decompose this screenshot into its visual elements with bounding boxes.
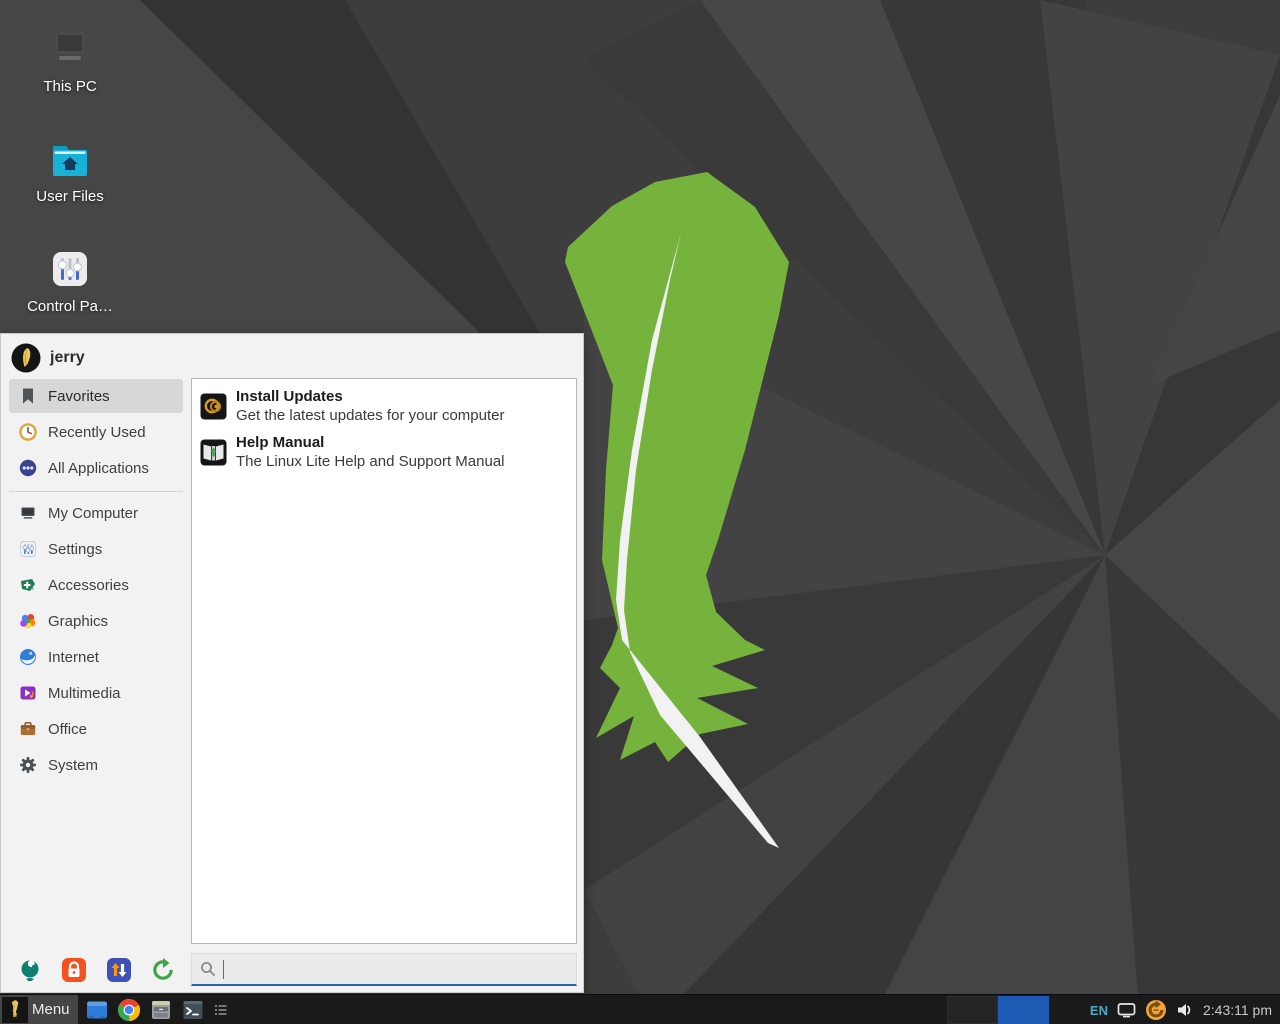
workspace-pager	[947, 996, 1049, 1024]
workspace-1[interactable]	[947, 996, 998, 1024]
sidebar-item-system[interactable]: System	[9, 748, 183, 782]
switch-user-icon[interactable]	[106, 957, 132, 983]
sidebar-item-all-applications[interactable]: All Applications	[9, 451, 183, 485]
lock-screen-icon[interactable]	[61, 957, 87, 983]
display-icon[interactable]	[1117, 1002, 1136, 1018]
sidebar-item-label: Graphics	[48, 613, 108, 630]
sliders-icon	[19, 540, 37, 558]
sidebar-item-label: Recently Used	[48, 424, 146, 441]
user-files-icon	[47, 136, 93, 182]
archive-manager-icon	[149, 998, 173, 1022]
app-subtitle: The Linux Lite Help and Support Manual	[236, 452, 505, 471]
quit-icon[interactable]	[150, 957, 176, 983]
linuxlite-feather-icon	[2, 997, 28, 1023]
desktop-icon-label: This PC	[10, 78, 130, 95]
application-list: Install Updates Get the latest updates f…	[191, 378, 577, 944]
whisker-menu: jerry Favorites Recently Used	[0, 333, 584, 993]
text-caret	[223, 960, 224, 979]
update-notifier-icon[interactable]	[1145, 999, 1167, 1021]
system-tray: EN 2:43:11 pm	[1090, 995, 1272, 1024]
volume-icon[interactable]	[1176, 1001, 1194, 1019]
task-list-icon	[214, 1003, 228, 1017]
terminal-launcher[interactable]	[180, 997, 206, 1023]
desktop-icon-label: User Files	[10, 188, 130, 205]
install-updates-icon	[200, 393, 227, 420]
desktop: This PC User Files Control Pa…	[0, 0, 1280, 1024]
menu-username: jerry	[50, 349, 85, 367]
desktop-icon-label: Control Pa…	[10, 298, 130, 315]
sidebar-item-recently-used[interactable]: Recently Used	[9, 415, 183, 449]
settings-manager-icon[interactable]	[17, 957, 43, 983]
sidebar-item-label: Settings	[48, 541, 102, 558]
palette-icon	[19, 612, 37, 630]
tools-icon	[19, 576, 37, 594]
sidebar-item-label: Multimedia	[48, 685, 121, 702]
user-avatar[interactable]	[11, 343, 41, 373]
sidebar-item-favorites[interactable]: Favorites	[9, 379, 183, 413]
sidebar-item-internet[interactable]: Internet	[9, 640, 183, 674]
desktop-icon-this-pc[interactable]: This PC	[10, 26, 130, 95]
globe-icon	[19, 648, 37, 666]
chrome-launcher[interactable]	[116, 997, 142, 1023]
sidebar-item-label: Favorites	[48, 388, 110, 405]
app-row-install-updates[interactable]: Install Updates Get the latest updates f…	[198, 384, 570, 428]
desktop-icon-user-files[interactable]: User Files	[10, 136, 130, 205]
help-manual-icon	[200, 439, 227, 466]
keyboard-layout-indicator[interactable]: EN	[1090, 1003, 1108, 1018]
control-panel-icon	[47, 246, 93, 292]
sidebar-item-office[interactable]: Office	[9, 712, 183, 746]
sidebar-item-graphics[interactable]: Graphics	[9, 604, 183, 638]
sidebar-item-label: Office	[48, 721, 87, 738]
this-pc-icon	[47, 26, 93, 72]
chrome-icon	[117, 998, 141, 1022]
terminal-icon	[181, 998, 205, 1022]
app-row-help-manual[interactable]: Help Manual The Linux Lite Help and Supp…	[198, 430, 570, 474]
workspace-2-active[interactable]	[998, 996, 1049, 1024]
computer-icon	[19, 504, 37, 522]
bookmark-icon	[19, 387, 37, 405]
sidebar-item-label: Accessories	[48, 577, 129, 594]
sidebar-item-label: System	[48, 757, 98, 774]
task-list-launcher[interactable]	[208, 997, 234, 1023]
briefcase-icon	[19, 720, 37, 738]
sidebar-item-settings[interactable]: Settings	[9, 532, 183, 566]
menu-button-label: Menu	[32, 1001, 70, 1018]
clock[interactable]: 2:43:11 pm	[1203, 1002, 1272, 1018]
desktop-icon-control-panel[interactable]: Control Pa…	[10, 246, 130, 315]
clock-icon	[19, 423, 37, 441]
app-title: Install Updates	[236, 387, 504, 406]
media-icon	[19, 684, 37, 702]
sidebar-item-accessories[interactable]: Accessories	[9, 568, 183, 602]
app-title: Help Manual	[236, 433, 505, 452]
archive-manager-launcher[interactable]	[148, 997, 174, 1023]
all-apps-icon	[19, 459, 37, 477]
sidebar-item-multimedia[interactable]: Multimedia	[9, 676, 183, 710]
sidebar-item-label: All Applications	[48, 460, 149, 477]
taskbar-menu-button[interactable]: Menu	[0, 995, 78, 1024]
sidebar-separator	[9, 491, 183, 492]
file-manager-icon	[85, 998, 109, 1022]
sidebar-item-label: My Computer	[48, 505, 138, 522]
search-box[interactable]	[191, 953, 577, 986]
search-icon	[200, 961, 216, 977]
app-subtitle: Get the latest updates for your computer	[236, 406, 504, 425]
search-input[interactable]	[231, 961, 576, 978]
sidebar-item-label: Internet	[48, 649, 99, 666]
file-manager-launcher[interactable]	[84, 997, 110, 1023]
sidebar-item-my-computer[interactable]: My Computer	[9, 496, 183, 530]
taskbar: Menu	[0, 994, 1280, 1024]
menu-header: jerry	[11, 342, 85, 374]
gear-icon	[19, 756, 37, 774]
